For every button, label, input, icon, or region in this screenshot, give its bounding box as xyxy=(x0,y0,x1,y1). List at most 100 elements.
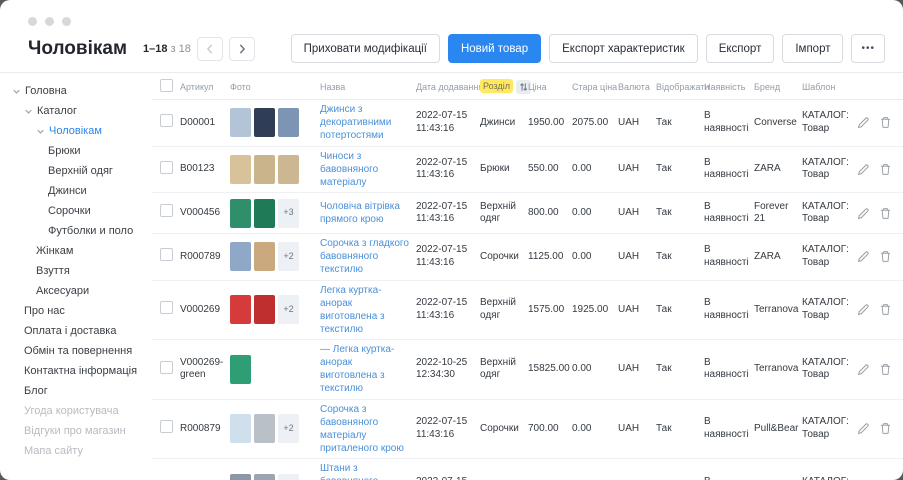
pagination-next-button[interactable] xyxy=(229,37,255,61)
product-photo[interactable] xyxy=(278,155,299,184)
delete-icon[interactable] xyxy=(879,363,892,376)
product-name-link[interactable]: Штани з бавовняного матеріалу прямого кр… xyxy=(320,462,411,480)
product-photo[interactable] xyxy=(254,295,275,324)
sidebar-item[interactable]: Контактна інформація xyxy=(12,361,152,381)
delete-icon[interactable] xyxy=(879,422,892,435)
product-name-link[interactable]: Джинси з декоративними потертостями xyxy=(320,103,411,142)
product-photo[interactable] xyxy=(230,242,251,271)
column-header-display[interactable]: Відображати xyxy=(656,82,704,92)
sidebar-item[interactable]: Обмін та повернення xyxy=(12,341,152,361)
column-header-sku[interactable]: Артикул xyxy=(180,82,230,92)
product-name-link[interactable]: Чоловіча вітрівка прямого крою xyxy=(320,200,411,226)
product-name-link[interactable]: Сорочка з бавовняного матеріалу притален… xyxy=(320,403,411,455)
edit-icon[interactable] xyxy=(857,363,870,376)
product-photo[interactable] xyxy=(230,474,251,480)
sidebar-item[interactable]: Про нас xyxy=(12,301,152,321)
column-header-price[interactable]: Ціна xyxy=(528,82,572,92)
currency-cell: UAH xyxy=(618,423,656,436)
row-checkbox[interactable] xyxy=(160,248,173,261)
delete-icon[interactable] xyxy=(879,116,892,129)
column-header-date[interactable]: Дата додавання xyxy=(416,82,480,92)
sidebar-item[interactable]: Верхній одяг xyxy=(12,161,152,181)
product-photo[interactable] xyxy=(230,295,251,324)
product-photo[interactable] xyxy=(278,108,299,137)
section-cell: Верхній одяг xyxy=(480,357,528,382)
date-cell: 2022-07-15 11:43:16 xyxy=(416,244,480,269)
edit-icon[interactable] xyxy=(857,303,870,316)
product-photo[interactable] xyxy=(230,199,251,228)
more-photos-badge[interactable]: +3 xyxy=(278,199,299,228)
product-photo[interactable] xyxy=(230,355,251,384)
sidebar-item[interactable]: Головна xyxy=(12,81,152,101)
product-photo[interactable] xyxy=(254,414,275,443)
sidebar-item[interactable]: Каталог xyxy=(12,101,152,121)
edit-icon[interactable] xyxy=(857,163,870,176)
sidebar-item[interactable]: Блог xyxy=(12,381,152,401)
window-control-dot[interactable] xyxy=(62,17,71,26)
column-header-photo[interactable]: Фото xyxy=(230,82,320,92)
price-cell: 1125.00 xyxy=(528,251,572,264)
sidebar-item[interactable]: Футболки и поло xyxy=(12,221,152,241)
more-photos-badge[interactable]: +2 xyxy=(278,474,299,480)
product-photo[interactable] xyxy=(254,474,275,480)
row-checkbox[interactable] xyxy=(160,361,173,374)
product-photo[interactable] xyxy=(230,108,251,137)
row-checkbox[interactable] xyxy=(160,301,173,314)
more-photos-badge[interactable]: +2 xyxy=(278,295,299,324)
product-photo[interactable] xyxy=(254,108,275,137)
row-checkbox[interactable] xyxy=(160,161,173,174)
product-name-link[interactable]: Легка куртка-анорак виготовлена з тексти… xyxy=(320,284,411,336)
product-photo[interactable] xyxy=(254,155,275,184)
product-name-link[interactable]: Сорочка з гладкого бавовняного текстилю xyxy=(320,237,411,276)
sidebar-item[interactable]: Жінкам xyxy=(12,241,152,261)
product-photo[interactable] xyxy=(254,199,275,228)
edit-icon[interactable] xyxy=(857,250,870,263)
edit-icon[interactable] xyxy=(857,422,870,435)
delete-icon[interactable] xyxy=(879,303,892,316)
export-characteristics-button[interactable]: Експорт характеристик xyxy=(549,34,698,63)
edit-icon[interactable] xyxy=(857,116,870,129)
sidebar-item[interactable]: Брюки xyxy=(12,141,152,161)
select-all-checkbox[interactable] xyxy=(160,79,173,92)
sidebar-item[interactable]: Оплата і доставка xyxy=(12,321,152,341)
column-header-template[interactable]: Шаблон xyxy=(802,82,857,92)
sidebar-item[interactable]: Взуття xyxy=(12,261,152,281)
new-product-button[interactable]: Новий товар xyxy=(448,34,541,63)
delete-icon[interactable] xyxy=(879,207,892,220)
delete-icon[interactable] xyxy=(879,250,892,263)
product-photo[interactable] xyxy=(230,155,251,184)
import-button[interactable]: Імпорт xyxy=(782,34,843,63)
sidebar-item[interactable]: Мапа сайту xyxy=(12,441,152,461)
row-checkbox[interactable] xyxy=(160,420,173,433)
pagination-prev-button[interactable] xyxy=(197,37,223,61)
old-price-cell: 0.00 xyxy=(572,363,618,376)
export-button[interactable]: Експорт xyxy=(706,34,775,63)
sidebar-item[interactable]: Сорочки xyxy=(12,201,152,221)
product-photo[interactable] xyxy=(230,414,251,443)
more-actions-button[interactable]: ••• xyxy=(851,34,885,63)
row-checkbox[interactable] xyxy=(160,114,173,127)
sidebar-item[interactable]: Відгуки про магазин xyxy=(12,421,152,441)
product-photo[interactable] xyxy=(254,242,275,271)
sidebar-item[interactable]: Чоловікам xyxy=(12,121,152,141)
column-header-availability[interactable]: Наявність xyxy=(704,82,754,92)
product-name-link[interactable]: — Легка куртка-анорак виготовлена з текс… xyxy=(320,343,411,395)
window-control-dot[interactable] xyxy=(28,17,37,26)
column-header-brand[interactable]: Бренд xyxy=(754,82,802,92)
row-checkbox[interactable] xyxy=(160,204,173,217)
window-control-dot[interactable] xyxy=(45,17,54,26)
sidebar-item[interactable]: Джинси xyxy=(12,181,152,201)
column-header-old-price[interactable]: Стара ціна xyxy=(572,82,618,92)
hide-modifications-button[interactable]: Приховати модифікації xyxy=(291,34,440,63)
sidebar-item[interactable]: Угода користувача xyxy=(12,401,152,421)
column-header-currency[interactable]: Валюта xyxy=(618,82,656,92)
photo-thumbs: +2 xyxy=(230,295,315,324)
edit-icon[interactable] xyxy=(857,207,870,220)
more-photos-badge[interactable]: +2 xyxy=(278,242,299,271)
sidebar-item[interactable]: Аксесуари xyxy=(12,281,152,301)
product-name-link[interactable]: Чиноси з бавовняного матеріалу xyxy=(320,150,411,189)
delete-icon[interactable] xyxy=(879,163,892,176)
column-header-section[interactable]: Розділ xyxy=(480,80,528,94)
more-photos-badge[interactable]: +2 xyxy=(278,414,299,443)
column-header-name[interactable]: Назва xyxy=(320,82,416,92)
